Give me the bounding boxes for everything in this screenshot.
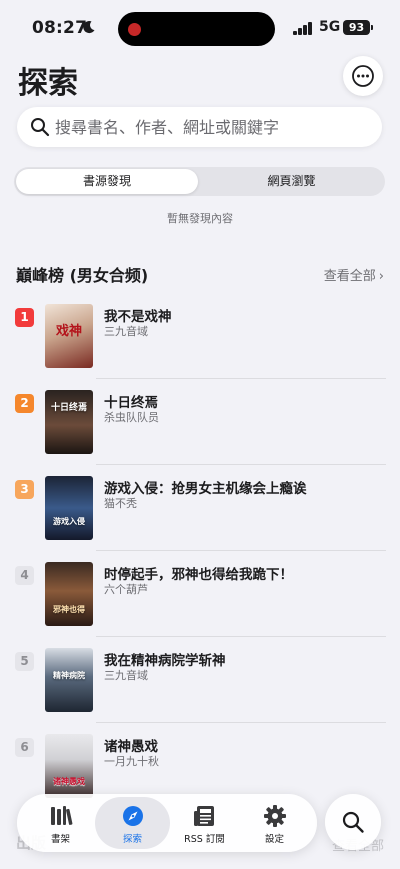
list-item[interactable]: 1 戏神 我不是戏神 三九音域 — [0, 293, 400, 379]
rank-badge: 5 — [15, 652, 34, 671]
battery-tip — [371, 25, 373, 30]
book-cover: 邪神也得 — [45, 562, 93, 626]
book-title: 我在精神病院学斩神 — [104, 653, 226, 669]
view-all-link[interactable]: 查看全部 › — [324, 265, 384, 284]
segment-source-discovery[interactable]: 書源發現 — [16, 169, 198, 194]
recording-indicator — [128, 23, 141, 36]
battery-icon: 93 — [343, 20, 370, 35]
book-title: 游戏入侵：抢男女主机缘会上瘾诶 — [104, 481, 307, 497]
book-title: 诸神愚戏 — [104, 739, 158, 755]
tab-label: 設定 — [264, 834, 284, 845]
search-fab-button[interactable] — [325, 794, 381, 850]
search-input[interactable] — [55, 107, 375, 147]
list-item[interactable]: 3 游戏入侵 游戏入侵：抢男女主机缘会上瘾诶 猫不秃 — [0, 465, 400, 551]
book-title: 十日终焉 — [104, 395, 158, 411]
rank-badge: 3 — [15, 480, 34, 499]
signal-icon — [293, 22, 313, 35]
gear-icon — [263, 805, 286, 827]
cover-text: 游戏入侵 — [53, 517, 85, 526]
book-cover: 精神病院 — [45, 648, 93, 712]
search-bar[interactable] — [17, 107, 382, 147]
tab-label: 探索 — [122, 834, 142, 845]
network-type: 5G — [319, 19, 341, 35]
tab-settings[interactable]: 設定 — [237, 797, 312, 849]
cover-text: 戏神 — [55, 324, 82, 339]
bookshelf-icon — [50, 806, 72, 825]
page-title: 探索 — [18, 66, 78, 101]
tab-rss[interactable]: RSS 訂閱 — [167, 797, 242, 849]
ellipsis-circle-icon — [352, 65, 374, 87]
status-time: 08:27 — [32, 18, 88, 38]
tab-label: 書架 — [50, 834, 70, 845]
list-item[interactable]: 5 精神病院 我在精神病院学斩神 三九音域 — [0, 637, 400, 723]
source-segmented-control: 書源發現 網頁瀏覽 — [14, 167, 385, 196]
view-all-label: 查看全部 — [323, 269, 376, 284]
book-author: 六个葫芦 — [104, 583, 148, 596]
list-item[interactable]: 4 邪神也得 时停起手，邪神也得给我跪下！ 六个葫芦 — [0, 551, 400, 637]
tab-bar: 書架 探索 RSS 訂閱 設定 — [17, 794, 317, 852]
book-cover: 游戏入侵 — [45, 476, 93, 540]
rank-badge: 1 — [15, 308, 34, 327]
segment-web-browse[interactable]: 網頁瀏覽 — [200, 169, 383, 194]
empty-discovery-note: 暫無發現內容 — [167, 212, 233, 225]
cover-text: 邪神也得 — [53, 605, 85, 614]
book-cover: 诸神愚戏 — [45, 734, 93, 798]
dynamic-island — [118, 12, 275, 46]
book-cover: 戏神 — [45, 304, 93, 368]
book-author: 三九音域 — [104, 325, 148, 338]
newspaper-icon — [193, 806, 214, 826]
moon-icon — [83, 21, 95, 34]
book-author: 杀虫队队员 — [104, 411, 159, 424]
status-bar: 08:27 5G 93 — [0, 0, 400, 58]
book-author: 猫不秃 — [104, 497, 137, 510]
more-options-button[interactable] — [343, 56, 383, 96]
tab-label: RSS 訂閱 — [184, 834, 225, 845]
book-cover: 十日终焉 — [45, 390, 93, 454]
cover-text: 十日终焉 — [50, 403, 87, 413]
book-title: 时停起手，邪神也得给我跪下！ — [104, 567, 293, 583]
book-title: 我不是戏神 — [104, 309, 172, 325]
chevron-right-icon: › — [378, 269, 384, 284]
book-author: 三九音域 — [104, 669, 148, 682]
tab-bookshelf[interactable]: 書架 — [23, 797, 98, 849]
rank-badge: 4 — [15, 566, 34, 585]
rank-badge: 6 — [15, 738, 34, 757]
tab-explore[interactable]: 探索 — [95, 797, 170, 849]
cover-text: 诸神愚戏 — [53, 777, 85, 786]
cover-text: 精神病院 — [53, 671, 85, 680]
compass-icon — [122, 806, 143, 826]
search-icon — [31, 118, 50, 137]
ranking-list: 1 戏神 我不是戏神 三九音域 2 十日终焉 十日终焉 杀虫队队员 3 游戏入侵… — [0, 293, 400, 809]
section-title: 巔峰榜 (男女合频) — [16, 266, 149, 285]
rank-badge: 2 — [15, 394, 34, 413]
book-author: 一月九十秋 — [104, 755, 159, 768]
search-icon — [342, 811, 364, 833]
list-item[interactable]: 2 十日终焉 十日终焉 杀虫队队员 — [0, 379, 400, 465]
